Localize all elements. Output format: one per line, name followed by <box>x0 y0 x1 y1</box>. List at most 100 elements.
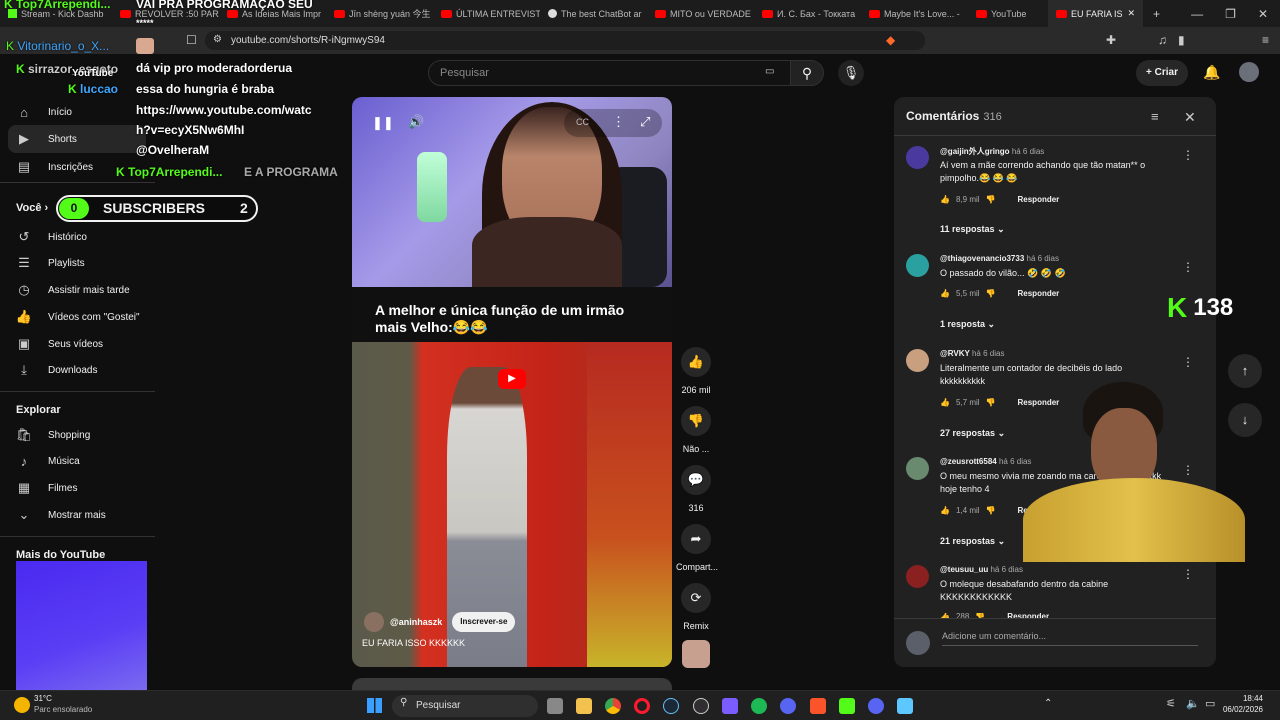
shield-icon[interactable]: ◆ <box>886 33 895 47</box>
comments-button[interactable]: 💬 316 <box>676 465 716 513</box>
voice-search-button[interactable]: 🎙 <box>838 60 864 86</box>
weather-condition[interactable]: Parc ensolarado <box>34 705 92 714</box>
close-icon[interactable]: ✕ <box>1184 109 1196 126</box>
dislike-button[interactable]: 👎 Não ... <box>676 406 716 454</box>
comment-avatar[interactable] <box>906 254 929 277</box>
sidebar-item-show-more[interactable]: ⌄ Mostrar mais <box>16 507 106 523</box>
short-player[interactable]: ❚❚ 🔊 CC ⋮ ⤢ A melhor e única função de u… <box>352 97 672 667</box>
comment-author[interactable]: @gaijin外人gringo há 6 dias <box>940 146 1044 157</box>
comment-avatar[interactable] <box>906 457 929 480</box>
browser-tab-active[interactable]: EU FARIA IS ✕ <box>1048 0 1143 27</box>
search-button[interactable]: ⚲ <box>790 60 824 86</box>
new-tab-icon[interactable]: + <box>1153 7 1160 21</box>
app-icon[interactable] <box>780 698 796 714</box>
create-button[interactable]: + Criar <box>1136 60 1188 86</box>
browser-tab[interactable]: Jīn shèng yuán 今生 <box>326 0 433 27</box>
sidebar-section-you[interactable]: Você › <box>16 202 48 214</box>
sidebar-item-downloads[interactable]: ⤓ Downloads <box>16 362 97 378</box>
sidebar-item-watch-later[interactable]: ◷ Assistir mais tarde <box>16 282 129 298</box>
thumbs-down-icon[interactable]: 👎 <box>986 195 996 204</box>
replies-toggle[interactable]: 21 respostas ⌄ <box>940 536 1005 547</box>
sort-icon[interactable]: ≡ <box>1151 109 1159 124</box>
share-button[interactable]: ➦ Compart... <box>676 524 718 572</box>
browser-tab[interactable]: Maybe It's Love... - <box>861 0 968 27</box>
chrome-icon[interactable] <box>605 698 621 714</box>
account-avatar[interactable] <box>1239 62 1259 82</box>
sidebar-item-your-videos[interactable]: ▣ Seus vídeos <box>16 336 103 352</box>
sidebar-item-music[interactable]: ♪ Música <box>16 454 80 469</box>
comment-author[interactable]: @teusuu_uu há 6 dias <box>940 565 1023 574</box>
file-explorer-icon[interactable] <box>576 698 592 714</box>
browser-tab[interactable]: YouTube <box>968 0 1048 27</box>
browser-tab[interactable]: MITO ou VERDADE <box>647 0 754 27</box>
sidebar-item-shorts[interactable]: ▶ Shorts <box>8 125 146 153</box>
browser-tab[interactable]: ÚLTIMA ENTREVISTA <box>433 0 540 27</box>
browser-tab[interactable]: И. С. Бах - Токката <box>754 0 861 27</box>
fullscreen-icon[interactable]: ⤢ <box>640 114 650 130</box>
weather-icon[interactable] <box>14 697 30 713</box>
brave-icon[interactable] <box>810 698 826 714</box>
add-comment-input[interactable]: Adicione um comentário... <box>942 631 1198 646</box>
windows-start-icon[interactable] <box>367 698 382 713</box>
sidebar-item-liked[interactable]: 👍 Vídeos com "Gostei" <box>16 309 140 325</box>
comment-author[interactable]: @RVKY há 6 dias <box>940 349 1004 358</box>
thumbs-down-icon[interactable]: 👎 <box>986 398 996 407</box>
weather-temp[interactable]: 31°C <box>34 694 52 703</box>
comment-author[interactable]: @thiagovenancio3733 há 6 dias <box>940 254 1059 263</box>
replies-toggle[interactable]: 27 respostas ⌄ <box>940 428 1005 439</box>
discord-icon[interactable] <box>868 698 884 714</box>
sidebar-item-shopping[interactable]: 🛍 Shopping <box>16 427 91 443</box>
more-vert-icon[interactable]: ⋮ <box>1182 567 1194 581</box>
thumbs-up-icon[interactable]: 👍 <box>940 506 950 515</box>
more-vert-icon[interactable]: ⋮ <box>612 114 625 130</box>
minimize-icon[interactable]: — <box>1191 7 1203 21</box>
calendar-icon[interactable] <box>722 698 738 714</box>
notes-icon[interactable] <box>897 698 913 714</box>
channel-avatar[interactable] <box>364 612 384 632</box>
clock-date[interactable]: 06/02/2026 <box>1215 705 1263 714</box>
thumbs-up-icon[interactable]: 👍 <box>940 289 950 298</box>
clock-time[interactable]: 18:44 <box>1231 694 1263 703</box>
tray-chevron-icon[interactable]: ⌃ <box>1044 698 1052 709</box>
volume-icon[interactable]: 🔈 <box>1186 697 1200 710</box>
comment-avatar[interactable] <box>906 146 929 169</box>
kick-icon[interactable] <box>839 698 855 714</box>
more-vert-icon[interactable]: ⋮ <box>1182 260 1194 274</box>
volume-icon[interactable]: 🔊 <box>408 114 424 130</box>
search-input[interactable]: Pesquisar <box>428 60 792 86</box>
more-vert-icon[interactable]: ⋮ <box>1182 355 1194 369</box>
like-button[interactable]: 👍 206 mil <box>676 347 716 395</box>
short-channel[interactable]: @aninhaszk Inscrever-se <box>364 612 516 632</box>
sidebar-item-playlists[interactable]: ☰ Playlists <box>16 255 85 271</box>
browser-tab[interactable]: The best ChatBot ar <box>540 0 647 27</box>
subscribe-button[interactable]: Inscrever-se <box>452 612 516 632</box>
sound-thumbnail[interactable] <box>682 640 710 668</box>
more-vert-icon[interactable]: ⋮ <box>1182 148 1194 162</box>
opera-icon[interactable] <box>634 698 650 714</box>
restore-icon[interactable]: ❐ <box>1225 7 1236 21</box>
next-short-preview[interactable] <box>352 678 672 690</box>
thumbs-up-icon[interactable]: 👍 <box>940 195 950 204</box>
play-icon[interactable]: ▶ <box>498 369 526 389</box>
window-close-icon[interactable]: ✕ <box>1258 7 1268 21</box>
keyboard-icon[interactable]: ▭ <box>765 66 774 77</box>
channel-name[interactable]: @aninhaszk <box>390 617 442 627</box>
reply-button[interactable]: Responder <box>1018 195 1060 204</box>
spotify-icon[interactable] <box>751 698 767 714</box>
extensions-icon[interactable]: ✚ <box>1106 33 1116 47</box>
comment-avatar[interactable] <box>906 565 929 588</box>
pause-icon[interactable]: ❚❚ <box>372 115 394 131</box>
remix-button[interactable]: ⟳ Remix <box>676 583 716 631</box>
thumbs-up-icon[interactable]: 👍 <box>940 398 950 407</box>
comment-avatar[interactable] <box>906 349 929 372</box>
sidebar-item-films[interactable]: ▦ Filmes <box>16 480 78 496</box>
address-bar[interactable]: youtube.com/shorts/R-iNgmwyS94 <box>205 31 925 50</box>
notifications-icon[interactable]: 🔔 <box>1203 64 1220 81</box>
replies-toggle[interactable]: 1 resposta ⌄ <box>940 319 995 330</box>
thumbs-down-icon[interactable]: 👎 <box>986 506 996 515</box>
battery-icon[interactable]: ▭ <box>1205 697 1215 710</box>
steam-icon[interactable] <box>663 698 679 714</box>
sidebar-item-history[interactable]: ↺ Histórico <box>16 229 87 245</box>
close-tab-icon[interactable]: ✕ <box>1127 8 1135 19</box>
obs-icon[interactable] <box>693 698 709 714</box>
